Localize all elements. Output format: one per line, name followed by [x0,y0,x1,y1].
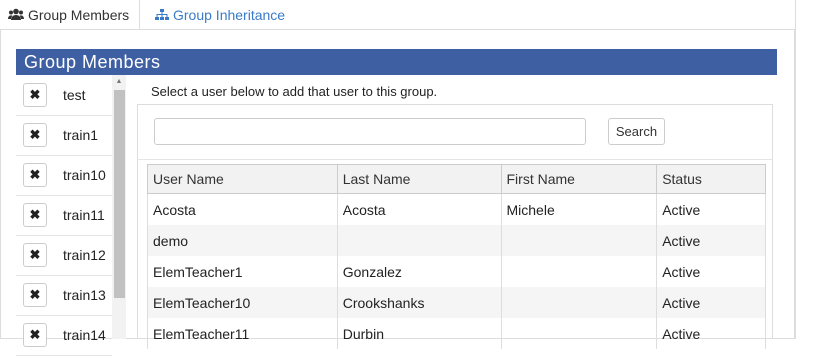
table-row[interactable]: demo Active [147,225,766,256]
sitemap-icon [155,8,169,21]
cell-status: Active [656,193,766,225]
member-item: ✖ train13 [16,275,112,316]
cell-first-name: Michele [500,193,658,225]
panel-edge [795,0,796,339]
remove-member-button[interactable]: ✖ [23,123,47,147]
cell-user-name: demo [147,225,338,256]
search-button[interactable]: Search [608,118,665,145]
member-item: ✖ test [16,75,112,116]
member-item: ✖ train10 [16,155,112,196]
cell-first-name [500,287,658,318]
panel-title: Group Members [16,49,777,75]
member-name: train12 [63,247,106,263]
cell-last-name: Durbin [336,318,502,349]
member-name: test [63,87,86,103]
column-header-user-name[interactable]: User Name [147,164,338,194]
remove-member-button[interactable]: ✖ [23,243,47,267]
close-icon: ✖ [29,247,41,262]
cell-last-name: Acosta [336,193,502,225]
close-icon: ✖ [29,207,41,222]
cell-user-name: Acosta [147,193,338,225]
remove-member-button[interactable]: ✖ [23,323,47,347]
cell-status: Active [656,318,766,349]
cell-status: Active [656,256,766,287]
cell-last-name: Crookshanks [336,287,502,318]
column-header-status[interactable]: Status [656,164,766,194]
table-row[interactable]: ElemTeacher1 Gonzalez Active [147,256,766,287]
add-user-panel: Select a user below to add that user to … [137,75,777,349]
remove-member-button[interactable]: ✖ [23,163,47,187]
tab-group-inheritance[interactable]: Group Inheritance [142,0,285,29]
users-table: User Name Last Name First Name Status Ac… [147,164,766,349]
close-icon: ✖ [29,87,41,102]
remove-member-button[interactable]: ✖ [23,203,47,227]
tab-group-members[interactable]: Group Members [0,0,140,30]
close-icon: ✖ [29,327,41,342]
member-name: train1 [63,127,99,143]
close-icon: ✖ [29,127,41,142]
remove-member-button[interactable]: ✖ [23,83,47,107]
tab-group-inheritance-label: Group Inheritance [173,6,286,23]
add-user-instruction: Select a user below to add that user to … [151,84,438,99]
close-icon: ✖ [29,167,41,182]
cell-user-name: ElemTeacher10 [147,287,338,318]
tab-bar: Group Members Group Inheritance [0,0,815,30]
cell-first-name [500,318,658,349]
cell-status: Active [656,287,766,318]
divider [137,159,773,160]
cell-last-name [336,225,502,256]
scrollbar-thumb[interactable] [114,90,125,298]
scroll-up-arrow-icon[interactable]: ▲ [112,75,126,87]
member-list: ✖ test ✖ train1 ✖ train10 ✖ train11 ✖ tr… [16,75,113,356]
table-row[interactable]: ElemTeacher10 Crookshanks Active [147,287,766,318]
user-search-input[interactable] [154,118,586,145]
close-icon: ✖ [29,287,41,302]
member-name: train13 [63,287,106,303]
cell-last-name: Gonzalez [336,256,502,287]
member-name: train10 [63,167,106,183]
users-icon [8,8,24,21]
cell-user-name: ElemTeacher1 [147,256,338,287]
column-header-first-name[interactable]: First Name [500,164,658,194]
tab-group-members-label: Group Members [28,6,130,23]
cell-first-name [500,256,658,287]
member-item: ✖ train11 [16,195,112,236]
member-item: ✖ train1 [16,115,112,156]
column-header-last-name[interactable]: Last Name [336,164,502,194]
cell-user-name: ElemTeacher11 [147,318,338,349]
member-name: train11 [63,207,105,223]
member-item: ✖ train14 [16,315,112,356]
member-item: ✖ train12 [16,235,112,276]
table-row[interactable]: ElemTeacher11 Durbin Active [147,318,766,349]
cell-first-name [500,225,658,256]
cell-status: Active [656,225,766,256]
table-row[interactable]: Acosta Acosta Michele Active [147,193,766,225]
table-header-row: User Name Last Name First Name Status [147,164,766,194]
remove-member-button[interactable]: ✖ [23,283,47,307]
member-name: train14 [63,327,106,343]
